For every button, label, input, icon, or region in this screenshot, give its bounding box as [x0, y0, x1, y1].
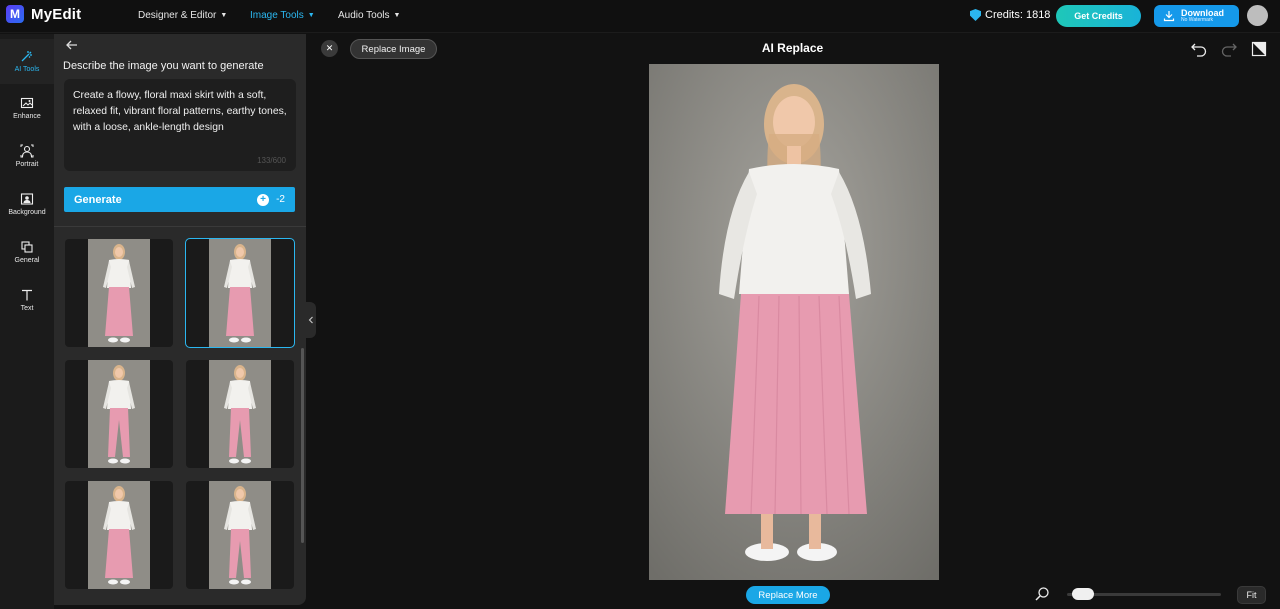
panel-divider — [54, 226, 306, 227]
chevron-down-icon: ▼ — [307, 12, 315, 19]
result-image — [209, 481, 271, 589]
nav-label: Image Tools — [250, 10, 304, 21]
portrait-icon — [20, 144, 34, 158]
rail-label: Text — [20, 305, 34, 312]
general-icon — [21, 241, 33, 253]
background-icon — [20, 193, 34, 205]
text-icon — [22, 289, 32, 301]
rail-label: Enhance — [13, 113, 41, 120]
page-title: AI Replace — [761, 41, 824, 55]
download-sublabel: No Watermark — [1181, 17, 1214, 23]
rail-label: AI Tools — [14, 66, 40, 73]
result-thumbnail[interactable] — [65, 239, 173, 347]
result-thumbnail[interactable] — [65, 360, 173, 468]
compare-icon[interactable] — [1251, 41, 1267, 57]
redo-icon[interactable] — [1220, 41, 1238, 57]
rail-label: Portrait — [15, 161, 39, 168]
nav-label: Designer & Editor — [138, 10, 217, 21]
avatar[interactable] — [1247, 5, 1268, 26]
result-thumbnail[interactable] — [65, 481, 173, 589]
enhance-icon — [20, 97, 34, 109]
character-counter: 133/600 — [257, 156, 286, 165]
zoom-slider-handle[interactable] — [1071, 588, 1094, 600]
result-image — [88, 239, 150, 347]
logo-mark-icon: M — [6, 5, 24, 23]
collapse-panel-handle[interactable] — [306, 302, 316, 338]
download-button[interactable]: Download No Watermark — [1154, 5, 1239, 27]
rail-item-general[interactable]: General — [0, 230, 54, 275]
fit-button[interactable]: Fit — [1237, 586, 1266, 604]
result-image — [88, 360, 150, 468]
app-logo[interactable]: M MyEdit — [6, 5, 81, 23]
nav-designer-editor[interactable]: Designer & Editor ▼ — [138, 10, 227, 21]
credits-label: Credits: 1818 — [985, 9, 1051, 21]
rail-label: General — [14, 257, 40, 264]
replace-more-button[interactable]: Replace More — [746, 586, 830, 604]
undo-icon[interactable] — [1190, 41, 1208, 57]
panel-title: Describe the image you want to generate — [63, 60, 264, 72]
result-image — [88, 481, 150, 589]
tool-rail: AI Tools Enhance Portrait Background Gen… — [0, 34, 54, 609]
generate-button[interactable]: Generate + -2 — [64, 187, 295, 212]
generate-cost: -2 — [276, 194, 285, 205]
credits-display: Credits: 1818 — [970, 9, 1050, 21]
generate-label: Generate — [74, 193, 122, 206]
rail-item-portrait[interactable]: Portrait — [0, 134, 54, 179]
result-image — [209, 239, 271, 347]
nav-audio-tools[interactable]: Audio Tools ▼ — [338, 10, 400, 21]
nav-image-tools[interactable]: Image Tools ▼ — [250, 10, 315, 21]
top-bar: M MyEdit Designer & Editor ▼ Image Tools ▼… — [0, 0, 1280, 33]
result-image — [209, 360, 271, 468]
result-thumbnail[interactable] — [185, 238, 295, 348]
credits-shield-icon — [970, 9, 981, 21]
download-icon — [1163, 11, 1175, 22]
results-scrollbar[interactable] — [301, 348, 304, 543]
rail-label: Background — [8, 209, 46, 216]
app-name: MyEdit — [31, 5, 82, 23]
get-credits-button[interactable]: Get Credits — [1056, 5, 1141, 27]
chevron-down-icon: ▼ — [393, 12, 401, 19]
canvas-image[interactable] — [649, 64, 939, 580]
rail-item-enhance[interactable]: Enhance — [0, 86, 54, 131]
nav-label: Audio Tools — [338, 10, 390, 21]
rail-item-background[interactable]: Background — [0, 182, 54, 227]
rail-item-text[interactable]: Text — [0, 278, 54, 323]
zoom-search-icon[interactable] — [1034, 586, 1050, 602]
credit-coin-icon: + — [257, 193, 270, 206]
prompt-textarea[interactable]: Create a flowy, floral maxi skirt with a… — [64, 79, 296, 171]
result-thumbnail[interactable] — [186, 360, 294, 468]
chevron-down-icon: ▼ — [220, 12, 228, 19]
prompt-text[interactable]: Create a flowy, floral maxi skirt with a… — [73, 88, 287, 136]
result-thumbnail[interactable] — [186, 481, 294, 589]
chevron-left-icon — [308, 316, 313, 324]
